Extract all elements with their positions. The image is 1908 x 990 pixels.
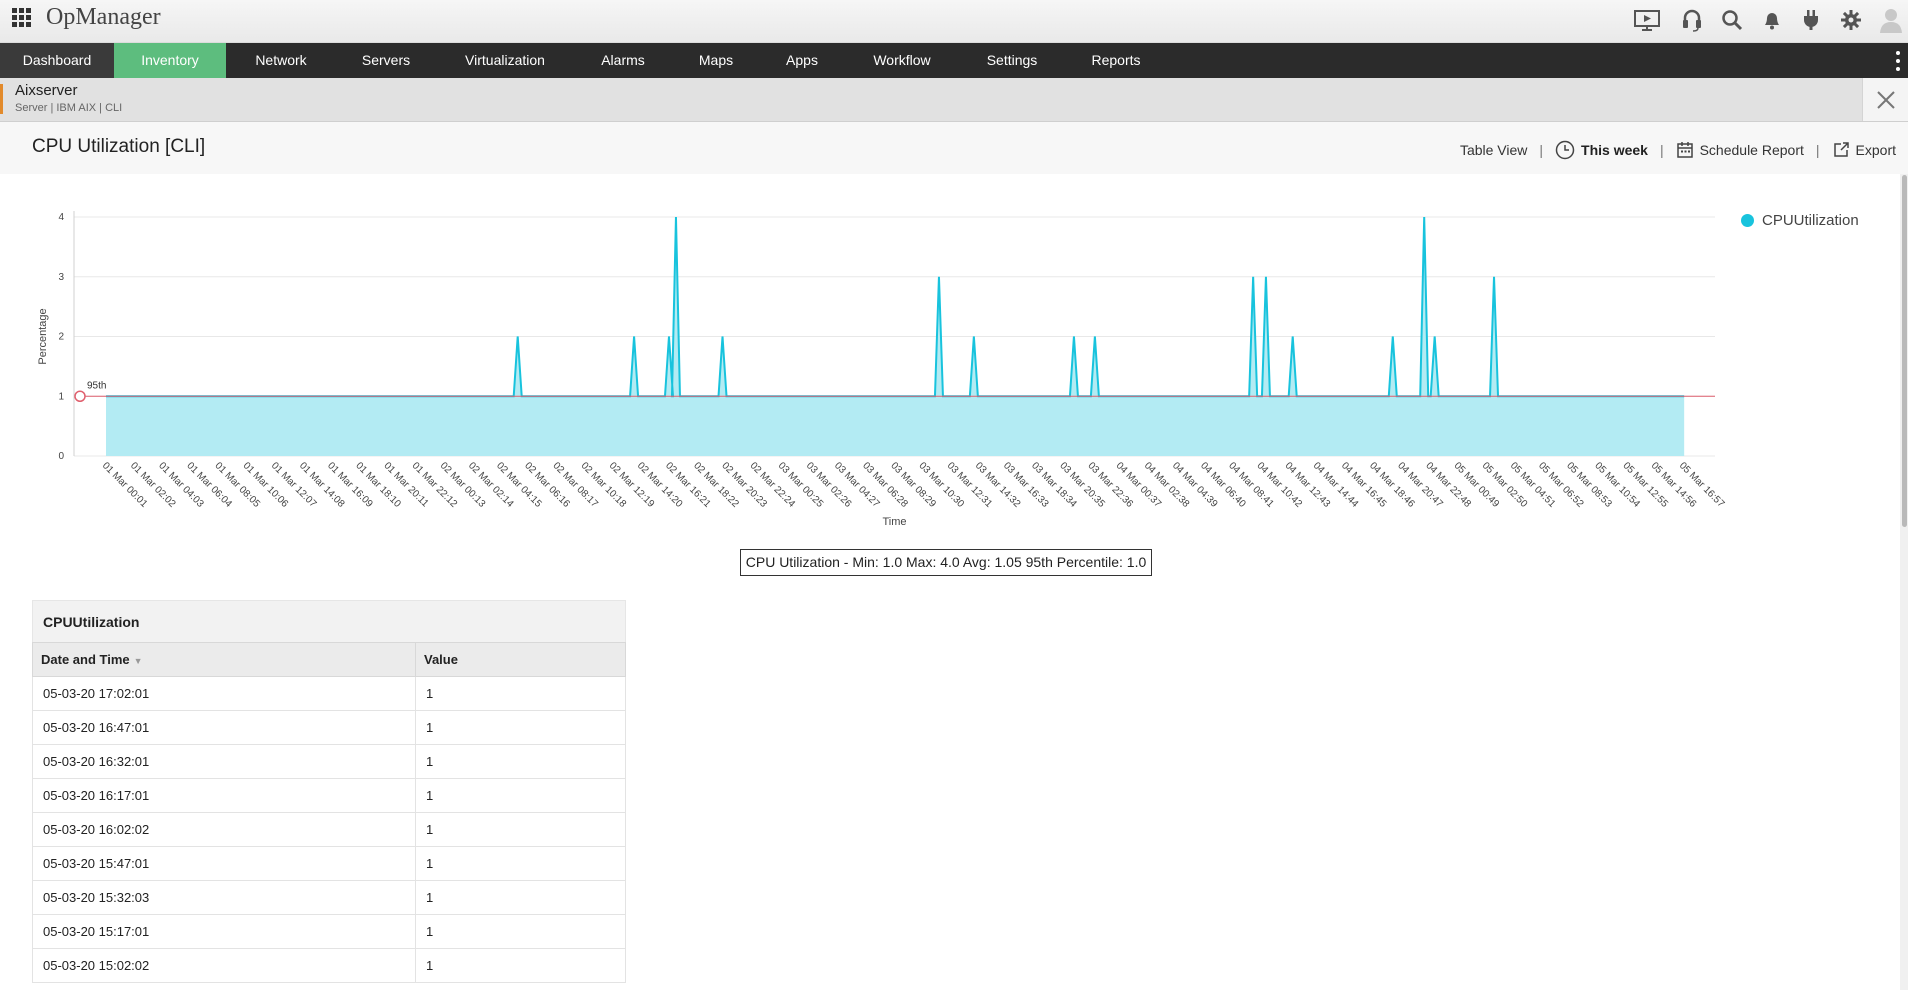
nav-servers[interactable]: Servers <box>346 43 426 78</box>
percentile-label: 95th <box>87 380 106 391</box>
y-tick-label: 3 <box>58 272 64 283</box>
datetime-cell: 05-03-20 15:47:01 <box>32 846 416 881</box>
value-cell: 1 <box>415 778 626 813</box>
export-icon <box>1833 142 1849 157</box>
search-icon[interactable] <box>1717 5 1747 35</box>
period-label: This week <box>1581 142 1648 158</box>
legend-color-dot <box>1741 214 1754 227</box>
datetime-cell: 05-03-20 16:02:02 <box>32 812 416 847</box>
table-row: 05-03-20 15:17:01 1 <box>32 914 626 949</box>
value-cell: 1 <box>415 812 626 847</box>
datetime-cell: 05-03-20 15:02:02 <box>32 948 416 983</box>
app-title: OpManager <box>46 4 161 30</box>
table-header-row: Date and Time ▼ Value <box>32 642 626 677</box>
y-tick-label: 4 <box>58 212 64 223</box>
datetime-cell: 05-03-20 16:32:01 <box>32 744 416 779</box>
value-cell: 1 <box>415 846 626 881</box>
user-avatar-icon[interactable] <box>1876 5 1906 35</box>
app-grid-icon[interactable] <box>12 8 32 28</box>
calendar-icon <box>1676 142 1693 158</box>
datetime-cell: 05-03-20 17:02:01 <box>32 676 416 711</box>
value-cell: 1 <box>415 880 626 915</box>
close-button[interactable] <box>1862 78 1908 121</box>
nav-maps[interactable]: Maps <box>684 43 748 78</box>
y-tick-label: 2 <box>58 332 64 343</box>
toolbar-separator: | <box>1815 142 1820 158</box>
table-row: 05-03-20 16:32:01 1 <box>32 744 626 779</box>
table-row: 05-03-20 16:17:01 1 <box>32 778 626 813</box>
nav-virtualization[interactable]: Virtualization <box>450 43 560 78</box>
table-view-label: Table View <box>1459 142 1528 158</box>
chart-summary: CPU Utilization - Min: 1.0 Max: 4.0 Avg:… <box>740 549 1152 576</box>
schedule-report-button[interactable]: Schedule Report <box>1676 141 1804 159</box>
device-header: Aixserver Server | IBM AIX | CLI <box>0 78 1908 122</box>
nav-reports[interactable]: Reports <box>1080 43 1152 78</box>
percentile-marker <box>74 390 86 402</box>
cpu-chart-svg: 01234Percentage95th01 Mar 00:0101 Mar 02… <box>37 211 1727 528</box>
table-row: 05-03-20 16:47:01 1 <box>32 710 626 745</box>
support-headset-icon[interactable] <box>1677 5 1707 35</box>
cpu-series-line <box>106 216 1685 398</box>
plugin-icon[interactable] <box>1796 5 1826 35</box>
clock-icon <box>1555 140 1575 160</box>
toolbar-separator: | <box>1659 142 1664 158</box>
value-cell: 1 <box>415 744 626 779</box>
more-menu-icon[interactable] <box>1894 50 1902 72</box>
settings-gear-icon[interactable] <box>1836 5 1866 35</box>
nav-dashboard[interactable]: Dashboard <box>0 43 114 78</box>
page-title: CPU Utilization [CLI] <box>32 136 206 157</box>
x-axis-title: Time <box>882 516 906 528</box>
value-cell: 1 <box>415 710 626 745</box>
device-meta: Server | IBM AIX | CLI <box>15 102 123 114</box>
table-row: 05-03-20 17:02:01 1 <box>32 676 626 711</box>
cpu-chart: 0 1 2 3 4 Percentage 95th 01 Mar 00:01 01 Mar 02… <box>0 174 1898 594</box>
report-toolbar: Table View | This week | Schedule Report… <box>1460 140 1896 160</box>
y-tick-label: 1 <box>58 391 64 402</box>
table-row: 05-03-20 16:02:02 1 <box>32 812 626 847</box>
chart-legend-item[interactable]: CPUUtilization <box>1741 212 1859 229</box>
presentation-icon[interactable] <box>1632 5 1662 35</box>
nav-apps[interactable]: Apps <box>774 43 830 78</box>
nav-settings[interactable]: Settings <box>974 43 1050 78</box>
legend-label: CPUUtilization <box>1762 212 1859 229</box>
datetime-column-header[interactable]: Date and Time ▼ <box>32 642 416 677</box>
value-cell: 1 <box>415 948 626 983</box>
device-accent-bar <box>0 84 3 114</box>
datetime-header-label: Date and Time <box>41 652 130 667</box>
sort-down-icon[interactable]: ▼ <box>134 656 143 666</box>
nav-workflow[interactable]: Workflow <box>858 43 946 78</box>
datetime-cell: 05-03-20 15:32:03 <box>32 880 416 915</box>
datetime-cell: 05-03-20 15:17:01 <box>32 914 416 949</box>
period-selector[interactable]: This week <box>1555 140 1648 160</box>
top-bar: OpManager <box>0 0 1908 43</box>
y-axis-title: Percentage <box>37 308 49 364</box>
toolbar-separator: | <box>1539 142 1544 158</box>
notification-bell-icon[interactable] <box>1757 5 1787 35</box>
nav-inventory[interactable]: Inventory <box>114 43 226 78</box>
value-cell: 1 <box>415 914 626 949</box>
nav-alarms[interactable]: Alarms <box>588 43 658 78</box>
table-row: 05-03-20 15:32:03 1 <box>32 880 626 915</box>
data-table-panel: CPUUtilization Date and Time ▼ Value 05-0… <box>32 600 626 983</box>
table-row: 05-03-20 15:02:02 1 <box>32 948 626 983</box>
value-cell: 1 <box>415 676 626 711</box>
schedule-report-label: Schedule Report <box>1699 142 1804 158</box>
table-view-button[interactable]: Table View <box>1460 142 1527 158</box>
value-column-header[interactable]: Value <box>415 642 626 677</box>
export-button[interactable]: Export <box>1832 141 1896 159</box>
table-row: 05-03-20 15:47:01 1 <box>32 846 626 881</box>
datetime-cell: 05-03-20 16:17:01 <box>32 778 416 813</box>
scrollbar-thumb[interactable] <box>1902 175 1907 527</box>
export-label: Export <box>1855 142 1896 158</box>
nav-network[interactable]: Network <box>238 43 324 78</box>
device-name[interactable]: Aixserver <box>15 82 78 99</box>
y-tick-label: 0 <box>58 451 64 462</box>
data-table: Date and Time ▼ Value 05-03-20 17:02:01 1 0… <box>32 642 626 983</box>
datetime-cell: 05-03-20 16:47:01 <box>32 710 416 745</box>
close-icon <box>1876 90 1895 109</box>
main-nav: Dashboard Inventory Network Servers Virt… <box>0 43 1908 78</box>
page-header: CPU Utilization [CLI] Table View | This … <box>0 122 1908 174</box>
table-title: CPUUtilization <box>32 600 626 642</box>
